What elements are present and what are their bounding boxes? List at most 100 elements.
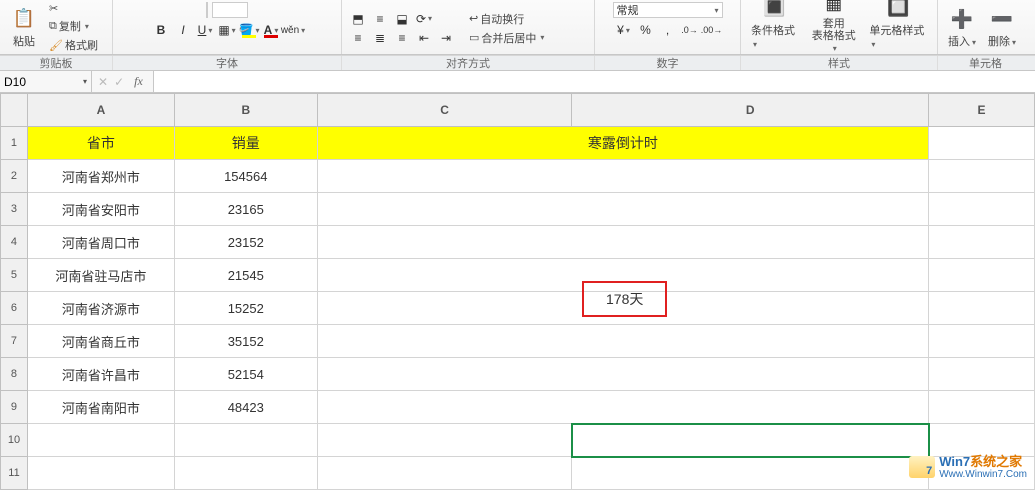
cell[interactable] bbox=[317, 424, 572, 457]
format-painter-button[interactable]: 🖌格式刷 bbox=[46, 36, 101, 54]
cell[interactable] bbox=[572, 457, 929, 490]
copy-button[interactable]: ⧉复制▾ bbox=[46, 17, 101, 35]
name-box[interactable]: ▾ bbox=[0, 71, 92, 92]
cell[interactable] bbox=[317, 358, 572, 391]
cell[interactable] bbox=[174, 457, 317, 490]
align-center-button[interactable]: ≣ bbox=[370, 29, 390, 47]
cell[interactable]: 河南省许昌市 bbox=[27, 358, 174, 391]
header-province[interactable]: 省市 bbox=[27, 127, 174, 160]
font-family-select[interactable] bbox=[206, 2, 208, 18]
cell[interactable] bbox=[929, 127, 1035, 160]
align-bottom-button[interactable]: ⬓ bbox=[392, 10, 412, 28]
cut-button[interactable]: ✂ bbox=[46, 1, 101, 16]
cell[interactable]: 35152 bbox=[174, 325, 317, 358]
cell[interactable] bbox=[317, 160, 572, 193]
cell[interactable]: 23152 bbox=[174, 226, 317, 259]
cell[interactable]: 河南省南阳市 bbox=[27, 391, 174, 424]
cell[interactable] bbox=[317, 391, 572, 424]
selected-cell[interactable] bbox=[572, 424, 929, 457]
font-color-button[interactable]: A▾ bbox=[261, 21, 281, 39]
row-header[interactable]: 10 bbox=[1, 424, 28, 457]
cell[interactable] bbox=[317, 292, 572, 325]
insert-button[interactable]: ➕ 插入▾ bbox=[944, 7, 980, 49]
row-header[interactable]: 4 bbox=[1, 226, 28, 259]
wrap-text-button[interactable]: ↩自动换行 bbox=[466, 10, 547, 28]
number-format-select[interactable]: 常规▾ bbox=[613, 2, 723, 18]
row-header[interactable]: 2 bbox=[1, 160, 28, 193]
cell[interactable] bbox=[929, 391, 1035, 424]
indent-dec-button[interactable]: ⇤ bbox=[414, 29, 434, 47]
col-header-C[interactable]: C bbox=[317, 94, 572, 127]
cell[interactable] bbox=[572, 226, 929, 259]
cell[interactable]: 河南省驻马店市 bbox=[27, 259, 174, 292]
col-header-D[interactable]: D bbox=[572, 94, 929, 127]
row-header[interactable]: 1 bbox=[1, 127, 28, 160]
comma-button[interactable]: , bbox=[658, 21, 678, 39]
cell[interactable]: 河南省周口市 bbox=[27, 226, 174, 259]
cell[interactable]: 河南省郑州市 bbox=[27, 160, 174, 193]
percent-button[interactable]: % bbox=[636, 21, 656, 39]
row-header[interactable]: 3 bbox=[1, 193, 28, 226]
table-format-button[interactable]: ▦ 套用表格格式▾ bbox=[806, 0, 861, 54]
currency-button[interactable]: ¥▾ bbox=[614, 21, 634, 39]
row-header[interactable]: 6 bbox=[1, 292, 28, 325]
cell[interactable]: 河南省安阳市 bbox=[27, 193, 174, 226]
row-header[interactable]: 11 bbox=[1, 457, 28, 490]
delete-button[interactable]: ➖ 删除▾ bbox=[984, 7, 1020, 49]
cell[interactable] bbox=[27, 424, 174, 457]
select-all-corner[interactable] bbox=[1, 94, 28, 127]
align-left-button[interactable]: ≡ bbox=[348, 29, 368, 47]
chevron-down-icon[interactable]: ▾ bbox=[83, 77, 87, 86]
align-top-button[interactable]: ⬒ bbox=[348, 10, 368, 28]
col-header-E[interactable]: E bbox=[929, 94, 1035, 127]
cell[interactable] bbox=[317, 193, 572, 226]
cell[interactable] bbox=[317, 457, 572, 490]
cell[interactable] bbox=[929, 160, 1035, 193]
header-countdown[interactable]: 寒露倒计时 bbox=[317, 127, 928, 160]
col-header-B[interactable]: B bbox=[174, 94, 317, 127]
dec-decimal-button[interactable]: .00→ bbox=[702, 21, 722, 39]
grid[interactable]: A B C D E 1 省市 销量 寒露倒计时 2河南省郑州市154564 3河… bbox=[0, 93, 1035, 490]
col-header-A[interactable]: A bbox=[27, 94, 174, 127]
cell[interactable] bbox=[572, 193, 929, 226]
cell[interactable] bbox=[572, 325, 929, 358]
cell[interactable] bbox=[317, 325, 572, 358]
fx-icon[interactable]: fx bbox=[130, 74, 147, 89]
align-right-button[interactable]: ≡ bbox=[392, 29, 412, 47]
cell[interactable]: 河南省商丘市 bbox=[27, 325, 174, 358]
row-header[interactable]: 8 bbox=[1, 358, 28, 391]
cell[interactable]: 15252 bbox=[174, 292, 317, 325]
cell[interactable] bbox=[929, 259, 1035, 292]
cell[interactable] bbox=[929, 292, 1035, 325]
cell[interactable] bbox=[929, 193, 1035, 226]
cell[interactable] bbox=[929, 424, 1035, 457]
underline-button[interactable]: U▾ bbox=[195, 21, 215, 39]
cell[interactable] bbox=[929, 226, 1035, 259]
orientation-button[interactable]: ⟳▾ bbox=[414, 10, 434, 28]
cancel-formula-icon[interactable]: ✕ bbox=[98, 75, 108, 89]
bold-button[interactable]: B bbox=[151, 21, 171, 39]
row-header[interactable]: 9 bbox=[1, 391, 28, 424]
cell[interactable] bbox=[572, 391, 929, 424]
accept-formula-icon[interactable]: ✓ bbox=[114, 75, 124, 89]
cell[interactable]: 21545 bbox=[174, 259, 317, 292]
cell[interactable] bbox=[929, 358, 1035, 391]
cell[interactable]: 52154 bbox=[174, 358, 317, 391]
indent-inc-button[interactable]: ⇥ bbox=[436, 29, 456, 47]
header-sales[interactable]: 销量 bbox=[174, 127, 317, 160]
cell[interactable] bbox=[572, 160, 929, 193]
fill-color-button[interactable]: 🪣▾ bbox=[239, 21, 259, 39]
cell[interactable] bbox=[317, 226, 572, 259]
inc-decimal-button[interactable]: .0→ bbox=[680, 21, 700, 39]
cell[interactable] bbox=[929, 457, 1035, 490]
row-header[interactable]: 5 bbox=[1, 259, 28, 292]
cell[interactable]: 48423 bbox=[174, 391, 317, 424]
cell[interactable] bbox=[929, 325, 1035, 358]
cell[interactable] bbox=[27, 457, 174, 490]
cell[interactable]: 23165 bbox=[174, 193, 317, 226]
cell[interactable] bbox=[174, 424, 317, 457]
row-header[interactable]: 7 bbox=[1, 325, 28, 358]
paste-button[interactable]: 📋 粘贴 bbox=[6, 7, 42, 49]
merge-center-button[interactable]: ▭合并后居中▾ bbox=[466, 29, 547, 47]
formula-input[interactable] bbox=[154, 71, 1035, 92]
